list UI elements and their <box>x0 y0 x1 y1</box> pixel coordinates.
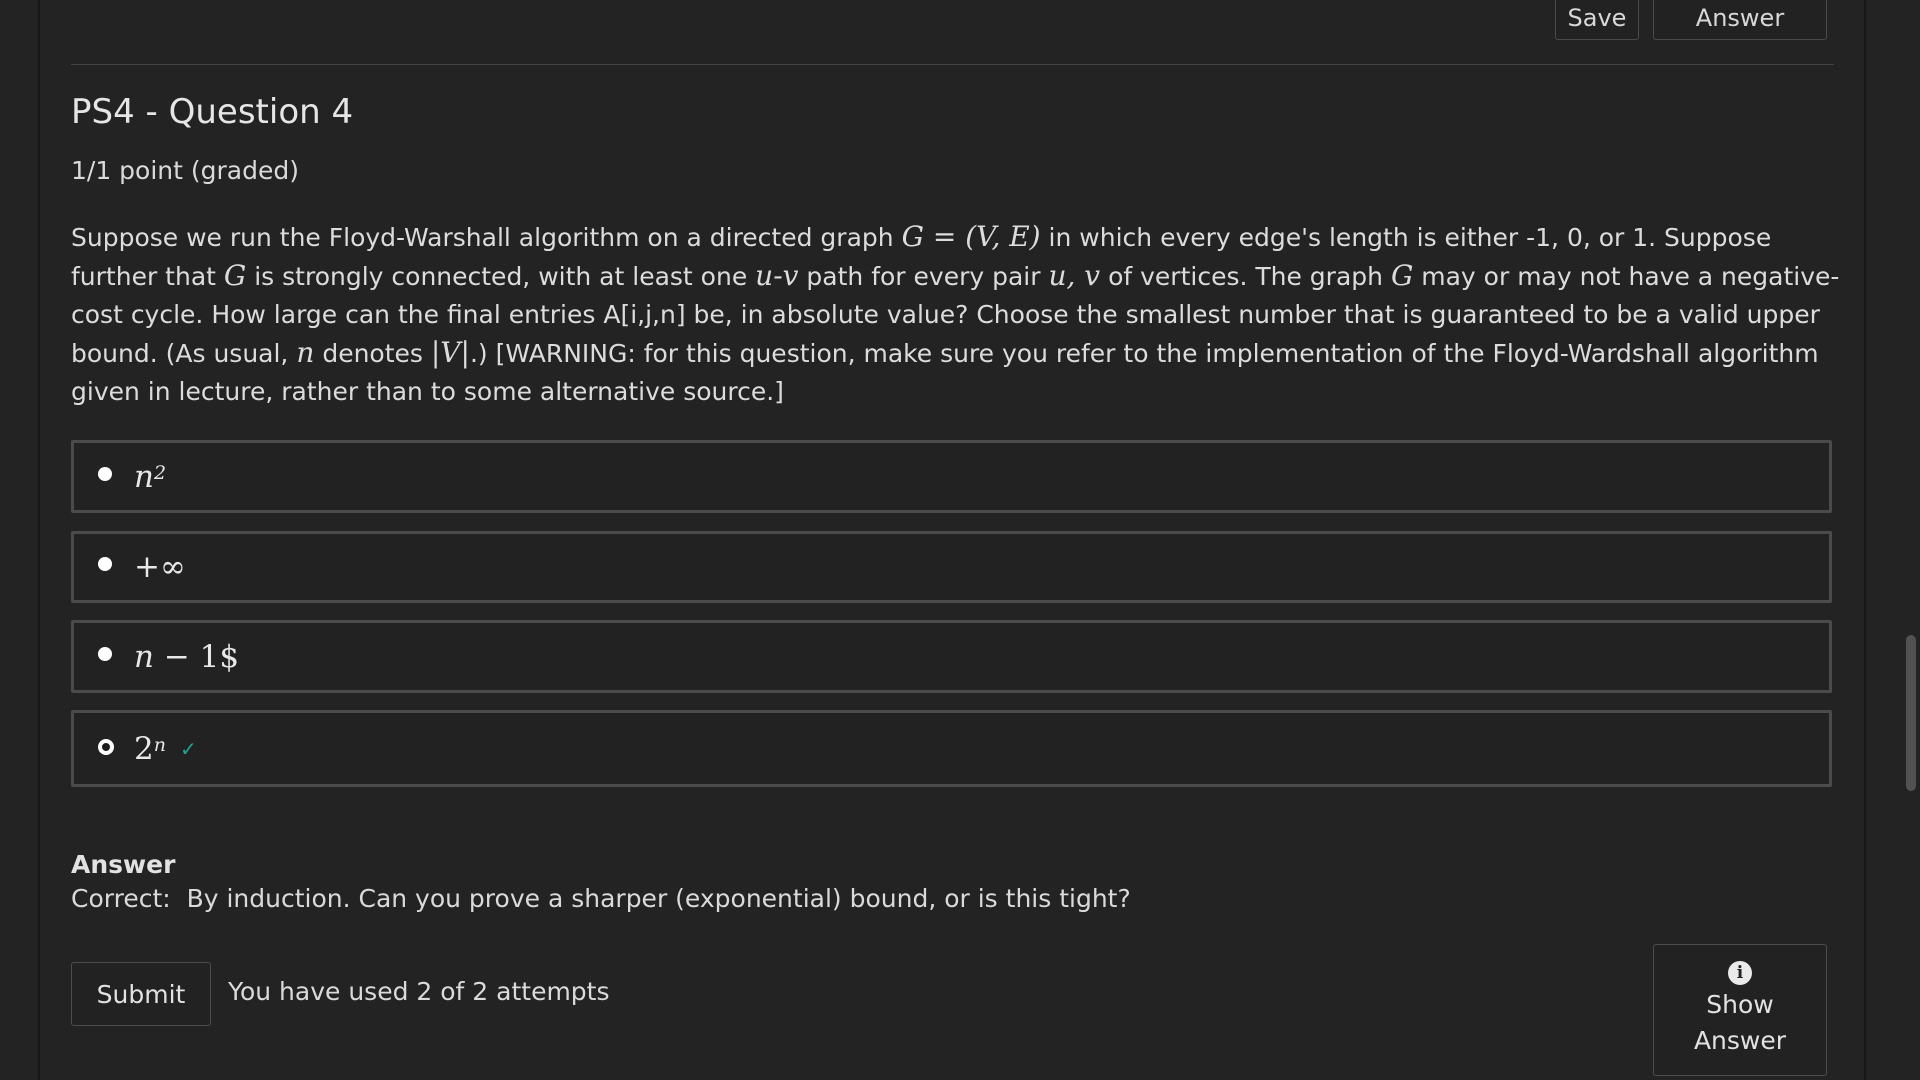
math-base: n <box>134 458 154 495</box>
math-graph: G = (V, E) <box>901 220 1041 253</box>
prompt-text: of vertices. The graph <box>1100 262 1391 291</box>
choice-option[interactable]: n − 1$ <box>71 620 1832 693</box>
scrollbar-track[interactable] <box>1902 0 1918 1080</box>
show-answer-label-line1: Show <box>1706 990 1774 1019</box>
math-pair: u, v <box>1048 259 1101 292</box>
math-text: − 1$ <box>153 638 240 675</box>
choice-label: n2 <box>134 459 166 495</box>
prompt-text: denotes <box>314 339 431 368</box>
math-uv: u-v <box>755 259 799 292</box>
radio-button[interactable] <box>98 466 112 481</box>
choice-label: n − 1$ <box>134 639 239 675</box>
left-gutter <box>0 0 40 1080</box>
math-g: G <box>1390 259 1414 292</box>
check-icon: ✓ <box>179 736 197 761</box>
problem-points: 1/1 point (graded) <box>71 156 299 185</box>
show-answer-button[interactable]: i Show Answer <box>1653 944 1827 1076</box>
math-n: n <box>296 336 315 369</box>
prompt-text: Suppose we run the Floyd-Warshall algori… <box>71 223 902 252</box>
choice-label: 2n ✓ <box>134 731 197 767</box>
math-abs-v: |V| <box>430 336 470 369</box>
info-icon: i <box>1728 961 1752 985</box>
show-answer-label-line2: Answer <box>1693 1026 1787 1055</box>
scrollbar-thumb[interactable] <box>1906 635 1916 791</box>
prompt-text: path for every pair <box>798 262 1049 291</box>
math-sup: n <box>153 733 166 756</box>
divider <box>71 64 1834 65</box>
choice-option[interactable]: +∞ <box>71 531 1832 603</box>
attempts-status: You have used 2 of 2 attempts <box>228 977 610 1006</box>
save-button[interactable]: Save <box>1555 0 1639 40</box>
radio-button[interactable] <box>98 557 112 571</box>
choice-option-selected[interactable]: 2n ✓ <box>71 710 1832 787</box>
math-g: G <box>223 259 247 292</box>
answer-explanation: Correct: By induction. Can you prove a s… <box>71 884 1131 913</box>
math-base: 2 <box>134 730 154 767</box>
problem-prompt: Suppose we run the Floyd-Warshall algori… <box>71 218 1841 411</box>
submit-button[interactable]: Submit <box>71 962 211 1026</box>
math-var: n <box>134 638 154 675</box>
prompt-text: is strongly connected, with at least one <box>246 262 756 291</box>
show-answer-button-top[interactable]: Answer <box>1653 0 1827 40</box>
problem-container: Save Answer PS4 - Question 4 1/1 point (… <box>71 0 1839 1080</box>
problem-title: PS4 - Question 4 <box>71 92 354 132</box>
math-text: +∞ <box>134 549 186 585</box>
choice-label: +∞ <box>134 549 186 585</box>
math-sup: 2 <box>153 461 167 484</box>
radio-button-selected[interactable] <box>98 738 114 755</box>
answer-heading: Answer <box>71 850 176 879</box>
choice-option[interactable]: n2 <box>71 440 1832 513</box>
radio-button[interactable] <box>98 646 112 661</box>
